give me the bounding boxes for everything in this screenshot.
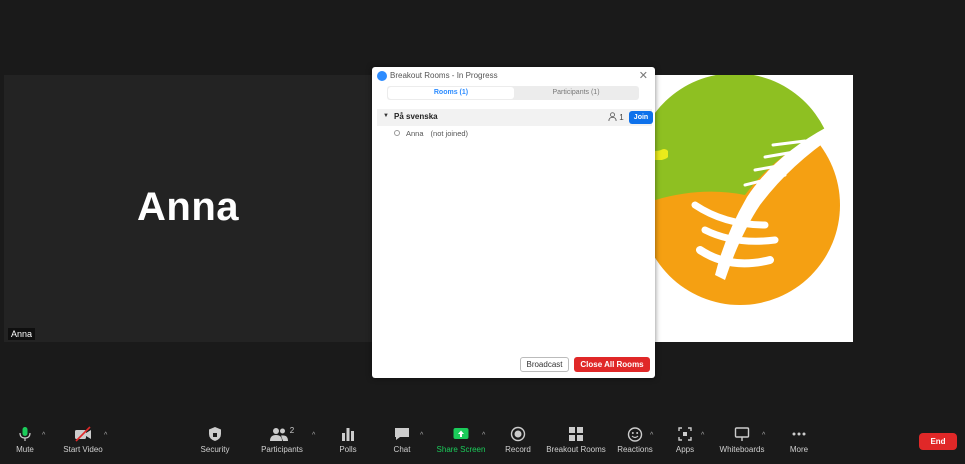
record-label: Record [505, 445, 531, 454]
more-label: More [789, 445, 809, 454]
participant-video-tile: Anna Anna [4, 75, 372, 342]
record-icon [510, 426, 526, 442]
start-video-button[interactable]: Start Video [60, 426, 106, 462]
member-status: (not joined) [430, 129, 469, 138]
end-meeting-button[interactable]: End [919, 433, 957, 450]
participant-display-name: Anna [137, 185, 239, 229]
broadcast-button[interactable]: Broadcast [520, 357, 569, 372]
polls-button[interactable]: Polls [334, 426, 362, 462]
reactions-label: Reactions [617, 445, 653, 454]
participants-options-caret-icon[interactable]: ^ [312, 432, 315, 439]
whiteboard-icon [734, 427, 750, 441]
mute-label: Mute [16, 445, 34, 454]
whiteboards-button[interactable]: Whiteboards [717, 426, 767, 462]
meeting-toolbar: Mute ^ Start Video ^ Security 2 Particip… [0, 420, 965, 464]
share-screen-label: Share Screen [436, 445, 486, 454]
microphone-icon [19, 427, 31, 441]
room-participant-count: 1 [608, 112, 624, 122]
security-label: Security [200, 445, 230, 454]
apps-button[interactable]: Apps [672, 426, 698, 462]
participants-button[interactable]: 2 Participants [258, 426, 306, 462]
grid-icon [569, 427, 583, 441]
shared-content-tile [655, 75, 853, 342]
logo-image [655, 75, 840, 305]
mute-button[interactable]: Mute [10, 426, 40, 462]
chat-bubble-icon [395, 428, 409, 440]
apps-label: Apps [675, 445, 695, 454]
share-screen-icon [453, 428, 469, 439]
person-icon [608, 112, 617, 121]
dialog-tabs: Rooms (1) Participants (1) [387, 86, 639, 100]
close-icon[interactable]: ✕ [639, 69, 648, 82]
share-options-caret-icon[interactable]: ^ [482, 432, 485, 439]
join-button[interactable]: Join [629, 111, 653, 124]
record-button[interactable]: Record [502, 426, 534, 462]
member-status-icon [394, 130, 400, 136]
people-icon [269, 428, 288, 441]
shield-icon [209, 427, 221, 441]
video-options-caret-icon[interactable]: ^ [104, 432, 107, 439]
participants-count: 2 [289, 426, 295, 435]
security-button[interactable]: Security [198, 426, 232, 462]
reactions-button[interactable]: Reactions [616, 426, 654, 462]
participants-label: Participants [261, 445, 303, 454]
more-button[interactable]: More [784, 426, 814, 462]
member-name: Anna [406, 129, 424, 138]
reactions-options-caret-icon[interactable]: ^ [650, 432, 653, 439]
participant-name-label: Anna [8, 328, 36, 340]
breakout-rooms-label: Breakout Rooms [546, 445, 606, 454]
chat-options-caret-icon[interactable]: ^ [420, 432, 423, 439]
dialog-title: Breakout Rooms - In Progress [390, 71, 498, 80]
close-all-rooms-button[interactable]: Close All Rooms [574, 357, 650, 372]
chevron-down-icon[interactable]: ▼ [383, 113, 389, 119]
tab-rooms[interactable]: Rooms (1) [388, 87, 514, 99]
room-member-item: Anna (not joined) [394, 129, 468, 138]
apps-options-caret-icon[interactable]: ^ [701, 432, 704, 439]
start-video-label: Start Video [63, 445, 103, 454]
room-name: På svenska [394, 112, 438, 121]
more-dots-icon [792, 432, 806, 436]
zoom-logo-icon [377, 71, 387, 81]
participants-icon-wrap: 2 [258, 426, 306, 442]
emoji-icon [627, 427, 643, 442]
breakout-rooms-dialog: Breakout Rooms - In Progress ✕ Rooms (1)… [372, 67, 655, 378]
room-row[interactable]: ▼ På svenska 1 Join [377, 109, 653, 126]
apps-icon [678, 427, 692, 441]
video-off-icon [75, 426, 91, 442]
dialog-header: Breakout Rooms - In Progress ✕ [372, 67, 655, 85]
share-screen-button[interactable]: Share Screen [436, 426, 486, 462]
chat-label: Chat [393, 445, 411, 454]
whiteboards-label: Whiteboards [719, 445, 765, 454]
bar-chart-icon [342, 428, 354, 441]
mute-options-caret-icon[interactable]: ^ [42, 432, 45, 439]
breakout-rooms-button[interactable]: Breakout Rooms [545, 426, 607, 462]
room-count-value: 1 [619, 113, 624, 122]
chat-button[interactable]: Chat [388, 426, 416, 462]
whiteboards-options-caret-icon[interactable]: ^ [762, 432, 765, 439]
tab-participants[interactable]: Participants (1) [517, 87, 635, 99]
zoom-meeting-window: Anna Anna Breakout Rooms - In Progress ✕… [0, 0, 965, 464]
polls-label: Polls [339, 445, 357, 454]
